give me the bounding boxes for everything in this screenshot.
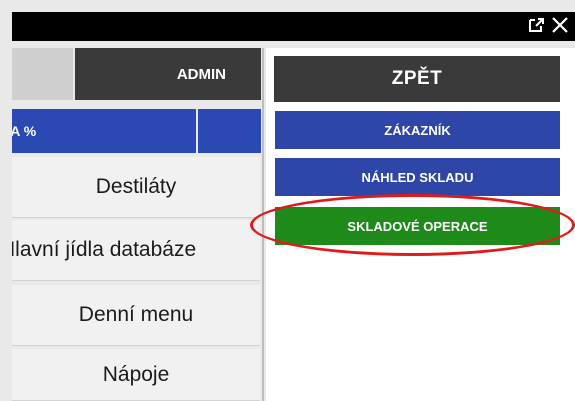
admin-label: ADMIN xyxy=(176,65,226,83)
stock-preview-button[interactable]: NÁHLED SKLADU xyxy=(275,158,560,196)
blue-header-cell[interactable] xyxy=(198,109,261,153)
window-controls xyxy=(527,15,569,35)
stock-preview-label: NÁHLED SKLADU xyxy=(361,169,474,185)
close-icon[interactable] xyxy=(551,15,569,35)
stock-operations-button[interactable]: SKLADOVÉ OPERACE xyxy=(275,207,560,245)
category-label: Destiláty xyxy=(95,175,177,198)
category-napoje[interactable]: Nápoje xyxy=(12,349,260,401)
panel-divider xyxy=(262,48,264,401)
stock-operations-label: SKLADOVÉ OPERACE xyxy=(347,218,488,234)
external-link-icon[interactable] xyxy=(527,15,545,35)
category-denni-menu[interactable]: Denní menu xyxy=(12,285,260,346)
category-label: Denní menu xyxy=(78,303,194,326)
back-button[interactable]: ZPĚT xyxy=(274,56,560,102)
left-header-blank xyxy=(12,48,73,100)
admin-button[interactable]: ADMIN xyxy=(75,48,261,100)
category-hlavni-jidla[interactable]: Hlavní jídla databáze xyxy=(12,220,260,281)
window-titlebar xyxy=(12,12,575,41)
category-destilaty[interactable]: Destiláty xyxy=(12,157,260,218)
vat-header-label: VA % xyxy=(12,123,37,139)
back-label: ZPĚT xyxy=(391,68,443,89)
vat-header[interactable]: VA % xyxy=(12,109,196,153)
category-label: Nápoje xyxy=(102,362,170,386)
customer-button[interactable]: ZÁKAZNÍK xyxy=(275,111,560,149)
category-label: Hlavní jídla databáze xyxy=(12,238,197,261)
customer-label: ZÁKAZNÍK xyxy=(384,122,451,138)
